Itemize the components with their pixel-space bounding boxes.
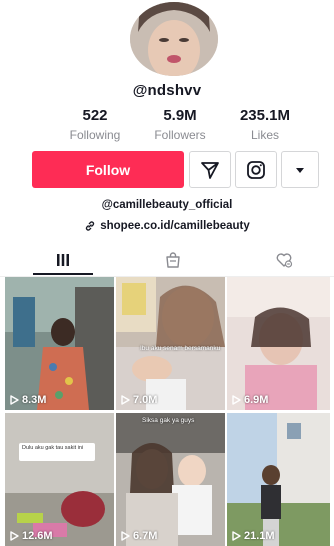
stat-followers-label: Followers: [154, 128, 206, 142]
play-icon: [10, 395, 19, 405]
tab-shop[interactable]: [153, 250, 193, 270]
view-count-text: 6.9M: [244, 394, 269, 406]
video-thumbnail[interactable]: Siksa gak ya guys 6.7M: [116, 413, 225, 546]
view-count: 12.6M: [10, 530, 53, 542]
stat-following-label: Following: [69, 128, 121, 142]
profile-actions: Follow: [32, 151, 319, 188]
video-thumbnail[interactable]: 6.9M: [227, 277, 330, 410]
play-icon: [232, 395, 241, 405]
play-icon: [121, 395, 130, 405]
grid-icon: [57, 254, 69, 266]
stat-following-value: 522: [82, 107, 108, 124]
avatar[interactable]: [130, 2, 218, 76]
video-thumbnail[interactable]: Dulu aku gak tau sakit ini 12.6M: [5, 413, 114, 546]
view-count: 6.9M: [232, 394, 268, 406]
play-icon: [232, 531, 241, 541]
view-count: 21.1M: [232, 530, 275, 542]
profile-tabs: [0, 244, 334, 277]
video-grid: 8.3M Ibu aku senam bersamanku 7.0M 6.9M …: [5, 277, 330, 546]
view-count: 6.7M: [121, 530, 157, 542]
tab-liked[interactable]: [264, 250, 304, 270]
instagram-icon: [247, 160, 265, 179]
stat-following[interactable]: 522 Following: [55, 107, 135, 142]
video-thumbnail[interactable]: 8.3M: [5, 277, 114, 410]
active-tab-indicator: [33, 273, 93, 275]
stat-likes-value: 235.1M: [239, 107, 291, 124]
view-count-text: 12.6M: [22, 530, 53, 542]
more-button[interactable]: [281, 151, 319, 188]
message-button[interactable]: [189, 151, 231, 188]
video-thumbnail[interactable]: 21.1M: [227, 413, 330, 546]
stat-followers[interactable]: 5.9M Followers: [140, 107, 220, 142]
view-count-text: 6.7M: [133, 530, 158, 542]
stat-likes-label: Likes: [250, 128, 279, 142]
view-count-text: 21.1M: [244, 530, 275, 542]
play-icon: [10, 531, 19, 541]
video-caption: Siksa gak ya guys: [142, 417, 195, 424]
instagram-button[interactable]: [235, 151, 277, 188]
send-icon: [201, 161, 219, 179]
stat-followers-value: 5.9M: [163, 107, 197, 124]
follow-button[interactable]: Follow: [32, 151, 184, 188]
dropdown-arrow-icon: [296, 167, 304, 173]
video-caption: Ibu aku senam bersamanku: [140, 345, 221, 352]
bio-link-text: shopee.co.id/camillebeauty: [100, 220, 250, 232]
profile-stats: 522 Following 5.9M Followers 235.1M Like…: [55, 107, 295, 147]
view-count-text: 7.0M: [133, 394, 158, 406]
view-count-text: 8.3M: [22, 394, 47, 406]
view-count: 7.0M: [121, 394, 157, 406]
heart-hidden-icon: [276, 253, 293, 268]
tab-videos[interactable]: [43, 250, 83, 270]
profile-handle: @ndshvv: [132, 82, 202, 99]
bio-mention[interactable]: @camillebeauty_official: [0, 199, 334, 211]
bag-icon: [166, 252, 180, 268]
stat-likes: 235.1M Likes: [225, 107, 305, 142]
video-caption: Dulu aku gak tau sakit ini: [22, 445, 84, 451]
view-count: 8.3M: [10, 394, 46, 406]
bio-link[interactable]: shopee.co.id/camillebeauty: [0, 220, 334, 232]
video-thumbnail[interactable]: Ibu aku senam bersamanku 7.0M: [116, 277, 225, 410]
link-icon: [86, 221, 95, 231]
play-icon: [121, 531, 130, 541]
